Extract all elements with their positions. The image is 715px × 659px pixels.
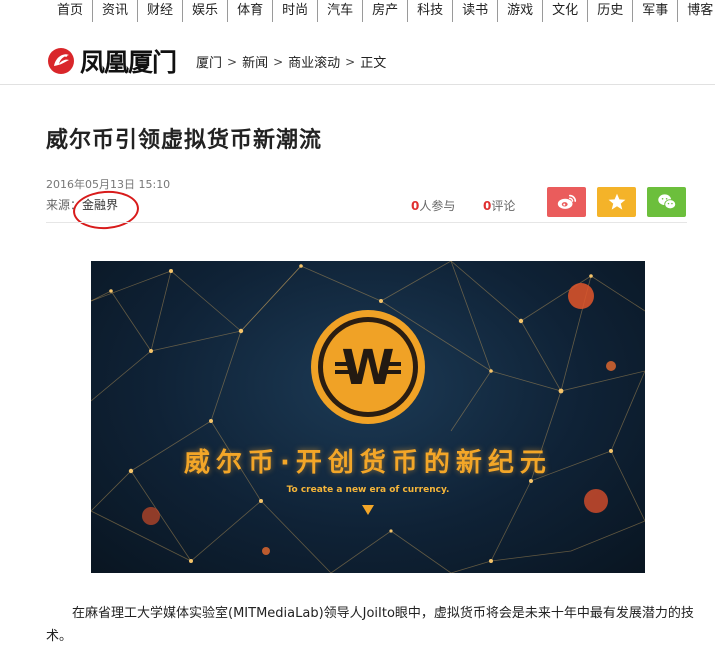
article-paragraph: 在麻省理工大学媒体实验室(MITMediaLab)领导人JoiIto眼中，虚拟货… (46, 606, 694, 644)
nav-item-entertainment[interactable]: 娱乐 (183, 0, 229, 22)
nav-item-history[interactable]: 历史 (588, 0, 634, 22)
nav-item-games[interactable]: 游戏 (498, 0, 544, 22)
nav-item-finance[interactable]: 财经 (138, 0, 184, 22)
triangle-down-icon (362, 505, 374, 515)
coin-symbol: W (342, 340, 395, 396)
breadcrumb-xiamen[interactable]: 厦门 (196, 52, 222, 71)
breadcrumb: 厦门 > 新闻 > 商业滚动 > 正文 (196, 52, 387, 72)
nav-item-home[interactable]: 首页 (0, 0, 94, 22)
wercoin-logo-icon: W (311, 310, 425, 424)
breadcrumb-news[interactable]: 新闻 (242, 52, 268, 71)
meta-divider (46, 222, 687, 223)
nav-item-fashion[interactable]: 时尚 (273, 0, 319, 22)
nav-item-culture[interactable]: 文化 (543, 0, 589, 22)
comments-link[interactable]: 0评论 (483, 197, 515, 214)
weibo-icon (557, 194, 576, 209)
logo-text: 凤凰厦门 (80, 48, 177, 77)
participants-label: 人参与 (419, 199, 456, 213)
chevron-right-icon: > (345, 54, 356, 69)
phoenix-logo-icon (48, 48, 74, 74)
chevron-right-icon: > (227, 54, 238, 69)
nav-item-sports[interactable]: 体育 (228, 0, 274, 22)
favorite-button[interactable] (597, 187, 636, 217)
breadcrumb-business[interactable]: 商业滚动 (288, 52, 340, 71)
top-nav: 首页 资讯 财经 娱乐 体育 时尚 汽车 房产 科技 读书 游戏 文化 历史 军… (0, 0, 715, 22)
nav-item-tech[interactable]: 科技 (408, 0, 454, 22)
nav-item-realestate[interactable]: 房产 (363, 0, 409, 22)
article-title: 威尔币引领虚拟货币新潮流 (46, 128, 323, 153)
site-logo[interactable]: 凤凰厦门 (46, 44, 186, 78)
nav-item-books[interactable]: 读书 (453, 0, 499, 22)
banner-title: 威尔币·开创货币的新纪元 (184, 448, 552, 478)
share-weibo-button[interactable] (547, 187, 586, 217)
banner-subtitle: To create a new era of currency. (286, 485, 450, 495)
star-icon (608, 193, 625, 210)
wechat-icon (657, 194, 676, 210)
nav-item-blog[interactable]: 博客 (678, 0, 715, 22)
site-header: 凤凰厦门 厦门 > 新闻 > 商业滚动 > 正文 (0, 36, 715, 85)
chevron-right-icon: > (273, 54, 284, 69)
comments-label: 评论 (491, 199, 516, 213)
article-banner-image: W 威尔币·开创货币的新纪元 To create a new era of cu… (91, 261, 645, 573)
nav-item-news[interactable]: 资讯 (93, 0, 139, 22)
article-datetime: 2016年05月13日 15:10 (46, 178, 171, 191)
share-wechat-button[interactable] (647, 187, 686, 217)
breadcrumb-current: 正文 (360, 56, 387, 71)
nav-item-auto[interactable]: 汽车 (318, 0, 364, 22)
nav-item-military[interactable]: 军事 (633, 0, 679, 22)
participants-link[interactable]: 0人参与 (411, 197, 455, 214)
